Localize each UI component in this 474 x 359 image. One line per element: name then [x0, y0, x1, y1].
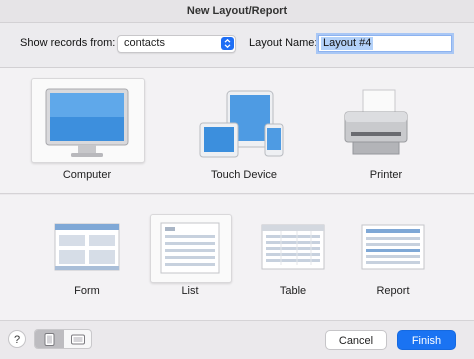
list-icon [160, 222, 220, 274]
form-icon [54, 223, 120, 271]
device-touch[interactable]: Touch Device [188, 78, 300, 188]
help-button[interactable]: ? [8, 330, 26, 348]
device-touch-label: Touch Device [210, 169, 278, 181]
device-printer-label: Printer [369, 169, 403, 181]
cancel-button[interactable]: Cancel [325, 330, 387, 350]
layout-type-table-label: Table [279, 285, 307, 297]
layout-type-table[interactable]: Table [253, 215, 333, 303]
view-toggle [34, 329, 92, 349]
touch-device-icon [199, 90, 284, 158]
layout-type-report-label: Report [376, 285, 410, 297]
layout-type-list-label: List [181, 285, 199, 297]
layout-type-form[interactable]: Form [47, 215, 127, 303]
device-computer[interactable]: Computer [31, 78, 143, 188]
window-title: New Layout/Report [0, 0, 474, 23]
report-icon [361, 224, 425, 270]
layout-type-list[interactable]: List [150, 215, 230, 303]
table-icon [261, 224, 325, 270]
layout-type-form-label: Form [74, 285, 100, 297]
landscape-view-button[interactable] [64, 330, 91, 348]
device-printer[interactable]: Printer [330, 78, 442, 188]
layout-name-input[interactable]: Layout #4 [318, 35, 452, 52]
finish-button[interactable]: Finish [397, 330, 456, 350]
portrait-view-button[interactable] [35, 330, 64, 348]
device-computer-label: Computer [62, 169, 112, 181]
options-row: Show records from: contacts Layout Name:… [0, 23, 474, 68]
show-records-value: contacts [124, 37, 165, 49]
layout-type-report[interactable]: Report [353, 215, 433, 303]
printer-icon [344, 89, 408, 155]
layout-type-panel: Form List Table Report [0, 195, 474, 321]
layout-name-label: Layout Name: [249, 37, 318, 49]
bottom-bar: ? Cancel Finish [0, 321, 474, 359]
show-records-label: Show records from: [20, 37, 116, 49]
computer-icon [45, 88, 129, 157]
landscape-icon [71, 334, 85, 345]
portrait-icon [44, 333, 55, 346]
chevron-updown-icon [221, 37, 234, 50]
layout-name-value: Layout #4 [321, 37, 374, 50]
new-layout-dialog: New Layout/Report Show records from: con… [0, 0, 474, 359]
show-records-select[interactable]: contacts [117, 35, 236, 53]
device-panel: Computer Touch Device Printer [0, 68, 474, 194]
